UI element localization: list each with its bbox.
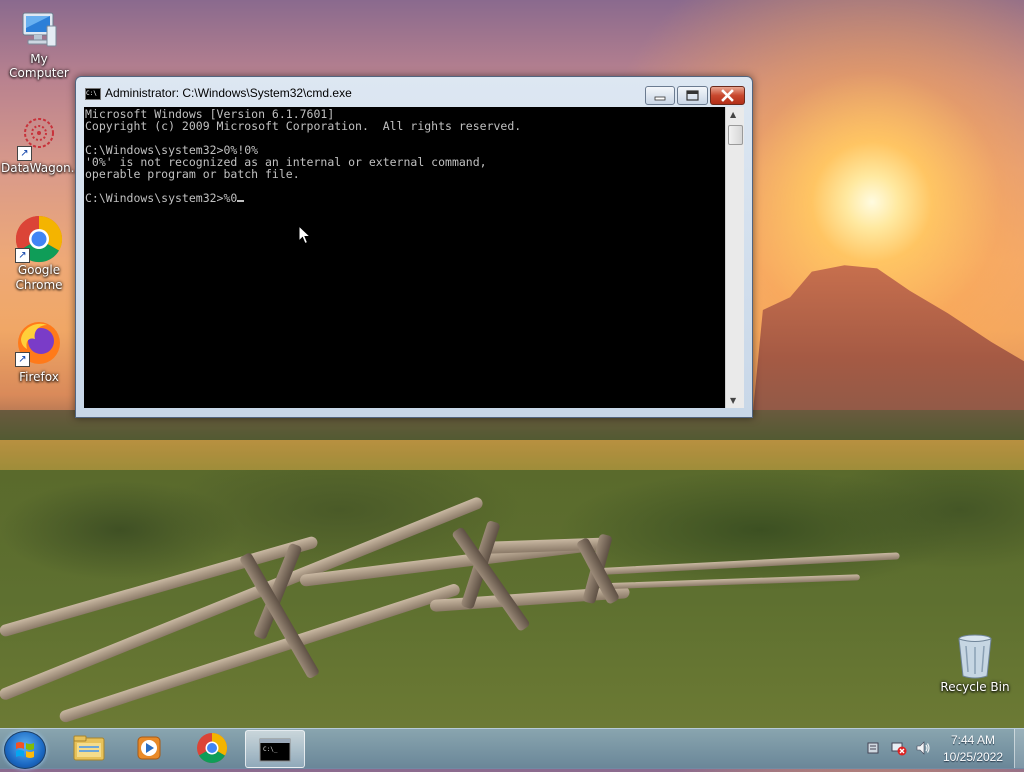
- console-line: Copyright (c) 2009 Microsoft Corporation…: [85, 119, 522, 133]
- scrollbar-thumb[interactable]: [728, 125, 743, 145]
- desktop-icon-firefox[interactable]: ↗ Firefox: [1, 319, 77, 384]
- desktop-icon-label: My Computer: [9, 52, 69, 80]
- close-button[interactable]: [710, 86, 745, 105]
- volume-icon[interactable]: [915, 740, 931, 756]
- cmd-icon: C:\_: [259, 738, 291, 762]
- console-output[interactable]: Microsoft Windows [Version 6.1.7601] Copy…: [84, 107, 725, 408]
- window-title: Administrator: C:\Windows\System32\cmd.e…: [105, 86, 352, 100]
- show-desktop-button[interactable]: [1014, 729, 1024, 768]
- minimize-icon: [654, 96, 666, 101]
- desktop-icon-label: DataWagon...: [1, 161, 83, 175]
- network-disconnected-icon[interactable]: [891, 740, 907, 756]
- taskbar-cmd-button[interactable]: C:\_: [245, 730, 305, 768]
- desktop-icon-label: Firefox: [19, 370, 59, 384]
- console-line: operable program or batch file.: [85, 167, 300, 181]
- text-cursor: [237, 200, 245, 202]
- taskbar-explorer-button[interactable]: [60, 730, 118, 766]
- explorer-icon: [73, 735, 105, 761]
- cmd-window[interactable]: C:\ Administrator: C:\Windows\System32\c…: [75, 76, 753, 418]
- desktop-icon-chrome[interactable]: ↗ Google Chrome: [1, 215, 77, 293]
- shortcut-arrow-icon: ↗: [15, 248, 30, 263]
- wallpaper-mountain: [752, 265, 1024, 422]
- recycle-bin-icon: [955, 632, 995, 680]
- maximize-icon: [686, 90, 699, 101]
- action-center-flag-icon[interactable]: [866, 740, 882, 756]
- scroll-down-arrow-icon[interactable]: ▼: [730, 396, 736, 405]
- clock-date: 10/25/2022: [942, 750, 1004, 764]
- media-player-icon: [137, 736, 161, 760]
- taskbar-chrome-button[interactable]: [183, 730, 241, 766]
- desktop-icon-label: Google Chrome: [15, 263, 63, 292]
- chrome-icon: ↗: [15, 215, 63, 263]
- taskbar-media-player-button[interactable]: [120, 730, 178, 766]
- system-clock[interactable]: 7:44 AM 10/25/2022: [936, 732, 1010, 766]
- window-titlebar[interactable]: C:\ Administrator: C:\Windows\System32\c…: [76, 77, 752, 107]
- firefox-icon: ↗: [15, 319, 63, 367]
- desktop-icon-datawagon[interactable]: ↗ DataWagon...: [1, 113, 83, 175]
- close-icon: [721, 89, 734, 102]
- desktop-icon-my-computer[interactable]: My Computer: [1, 8, 77, 80]
- datawagon-icon: ↗: [17, 113, 61, 161]
- start-button[interactable]: [4, 731, 46, 769]
- cmd-icon: C:\: [85, 88, 101, 100]
- console-prompt: C:\Windows\system32>%0: [85, 191, 238, 205]
- windows-logo-icon: [16, 742, 34, 758]
- computer-icon: [17, 8, 61, 52]
- maximize-button[interactable]: [677, 86, 708, 105]
- desktop-icon-recycle-bin[interactable]: Recycle Bin: [937, 632, 1013, 694]
- desktop-icon-label: Recycle Bin: [940, 680, 1010, 694]
- vertical-scrollbar[interactable]: ▲ ▼: [725, 107, 744, 408]
- minimize-button[interactable]: [645, 86, 675, 105]
- chrome-icon: [197, 733, 228, 764]
- shortcut-arrow-icon: ↗: [15, 352, 30, 367]
- shortcut-arrow-icon: ↗: [17, 146, 32, 161]
- svg-text:C:\_: C:\_: [263, 746, 278, 753]
- scroll-up-arrow-icon[interactable]: ▲: [730, 110, 736, 119]
- mouse-pointer-icon: [298, 225, 312, 245]
- console-prompt-line[interactable]: C:\Windows\system32>%0: [85, 192, 725, 204]
- clock-time: 7:44 AM: [950, 733, 996, 747]
